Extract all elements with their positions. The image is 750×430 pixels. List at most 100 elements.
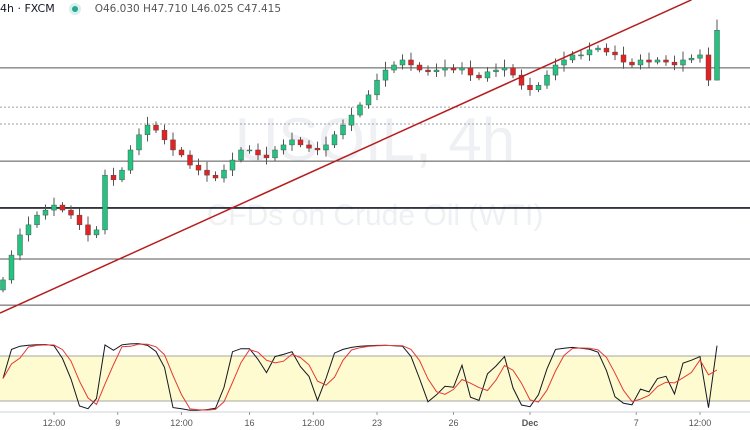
candle-body	[433, 69, 440, 73]
candle	[136, 128, 142, 156]
candle	[391, 61, 397, 74]
candle	[221, 164, 227, 183]
candle-body	[501, 67, 508, 71]
candle-body	[391, 64, 397, 71]
candle	[714, 19, 720, 81]
candle	[34, 211, 40, 228]
candle	[425, 65, 431, 76]
candle	[459, 62, 465, 75]
candle-body	[136, 134, 142, 151]
candle-body	[416, 64, 423, 71]
candle-body	[280, 144, 287, 151]
candle-body	[127, 149, 134, 171]
candle-body	[204, 169, 210, 176]
candle-body	[306, 144, 312, 149]
candle	[663, 55, 669, 66]
trendline[interactable]	[0, 0, 692, 314]
chart-legend: 4h · FXCM O46.030 H47.710 L46.025 C47.41…	[0, 2, 281, 15]
candle-body	[450, 67, 457, 71]
candle-body	[467, 67, 474, 76]
price-chart[interactable]: USOIL, 4h CFDs on Crude Oil (WTI) 12:00 9…	[0, 0, 750, 430]
candle	[17, 228, 23, 261]
candle-body	[399, 59, 406, 66]
market-status-icon	[68, 2, 81, 15]
x-tick-label: 23	[372, 418, 382, 428]
candle-body	[442, 67, 448, 71]
candle	[119, 167, 125, 183]
x-tick-label: Dec	[522, 418, 539, 428]
candle-body	[663, 59, 669, 63]
candle	[102, 169, 108, 235]
candle-body	[110, 174, 117, 181]
candle-body	[527, 84, 533, 91]
candle-body	[255, 149, 261, 156]
x-tick-label: 12:00	[43, 418, 66, 428]
candle-body	[374, 79, 380, 96]
watermark-description: CFDs on Crude Oil (WTI)	[207, 199, 544, 232]
candle	[442, 59, 448, 77]
candle-body	[535, 84, 542, 91]
candle	[518, 69, 525, 90]
candle	[85, 216, 91, 242]
candle	[467, 60, 474, 81]
candle	[153, 121, 159, 134]
candle-body	[493, 69, 499, 73]
candle	[688, 54, 695, 63]
candle-body	[25, 224, 32, 236]
candle	[178, 147, 185, 158]
candle	[484, 67, 491, 82]
x-tick-label: 26	[448, 418, 458, 428]
candle-body	[561, 59, 567, 66]
candle-body	[178, 149, 185, 156]
candle-body	[102, 174, 108, 231]
candle-body	[153, 124, 159, 131]
candle	[561, 51, 567, 72]
candle-body	[646, 59, 652, 63]
candle	[51, 197, 57, 216]
candle-body	[697, 54, 703, 59]
candle	[187, 150, 193, 169]
candle-body	[212, 174, 219, 179]
candle	[476, 72, 482, 81]
candle-body	[8, 254, 15, 281]
candle	[527, 77, 533, 96]
candle-body	[544, 74, 550, 86]
candle	[510, 64, 516, 79]
candle	[433, 63, 440, 78]
candle	[595, 45, 601, 53]
candle-body	[586, 49, 593, 56]
candle-body	[620, 54, 627, 63]
candle	[637, 54, 644, 70]
candle	[620, 46, 627, 69]
candle-body	[221, 169, 227, 179]
candle-body	[85, 224, 91, 236]
candle-body	[476, 74, 482, 79]
candle	[680, 51, 686, 72]
candle-body	[331, 134, 338, 146]
candle-body	[17, 234, 23, 256]
candle	[127, 145, 134, 174]
candle	[544, 70, 550, 89]
candle	[170, 132, 176, 156]
watermark-symbol: USOIL, 4h	[235, 106, 515, 173]
candle	[493, 63, 499, 78]
candle	[654, 57, 661, 65]
candle	[212, 171, 219, 182]
candle	[0, 277, 6, 293]
candle	[59, 202, 66, 213]
candle-body	[688, 57, 695, 61]
candle-body	[714, 30, 720, 81]
candle	[357, 102, 363, 118]
x-tick-label: 12:00	[302, 418, 325, 428]
candle-body	[68, 209, 74, 216]
candle	[697, 49, 703, 63]
candle	[450, 64, 457, 74]
candle-body	[195, 164, 202, 171]
candle	[705, 47, 712, 87]
candle-body	[323, 144, 329, 151]
candle-body	[51, 204, 57, 211]
candle-body	[119, 169, 125, 181]
candle-body	[289, 139, 295, 146]
candle-body	[484, 71, 491, 79]
candle-body	[348, 114, 355, 126]
